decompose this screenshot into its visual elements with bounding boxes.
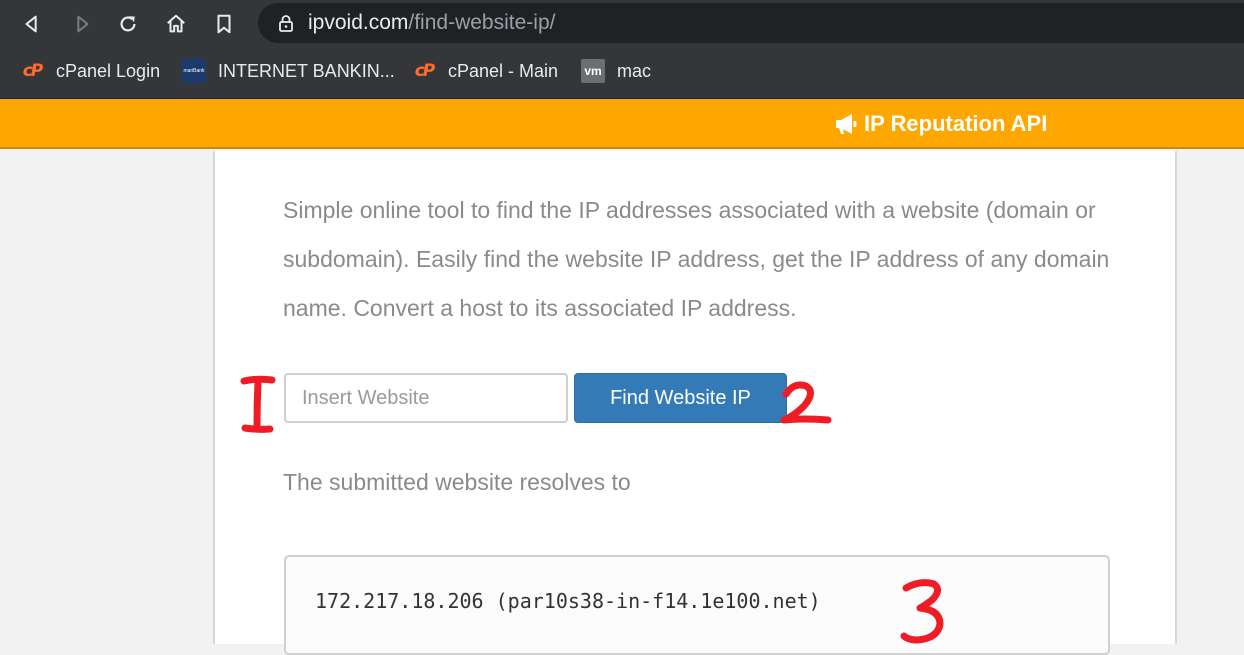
bookmark-label: INTERNET BANKIN... [218,60,395,81]
browser-toolbar: ipvoid.com/find-website-ip/ [0,0,1244,47]
tool-description: Simple online tool to find the IP addres… [283,197,1110,321]
ip-reputation-api-link[interactable]: IP Reputation API [834,111,1047,137]
bookmark-label: cPanel - Main [448,60,559,81]
forward-icon[interactable] [66,8,98,40]
bank-icon: mariBank [182,59,206,83]
url-path: /find-website-ip/ [408,11,556,34]
api-link-label: IP Reputation API [864,111,1048,136]
vm-icon: vm [581,59,605,83]
reload-icon[interactable] [112,8,144,40]
site-header-bar: IP Reputation API [0,99,1244,149]
website-input[interactable] [284,373,568,423]
back-icon[interactable] [16,8,48,40]
url-text: ipvoid.com/find-website-ip/ [308,12,555,34]
content-panel: Simple online tool to find the IP addres… [213,151,1177,655]
result-box: 172.217.18.206 (par10s38-in-f14.1e100.ne… [284,555,1110,655]
cpanel-icon: cP [414,61,436,81]
bookmark-mac[interactable]: vm mac [581,59,651,83]
address-bar[interactable]: ipvoid.com/find-website-ip/ [258,3,1244,43]
home-icon[interactable] [160,8,192,40]
bookmark-internet-banking[interactable]: mariBank INTERNET BANKIN... [182,59,395,83]
annotation-2 [780,380,832,426]
bookmark-icon[interactable] [208,8,240,40]
url-host: ipvoid.com [308,11,409,34]
bookmark-label: cPanel Login [56,60,161,81]
lock-icon[interactable] [276,13,296,33]
annotation-1 [240,375,276,434]
cpanel-icon: cP [22,61,44,81]
megaphone-icon [836,114,857,134]
resolves-label: The submitted website resolves to [283,469,631,495]
find-website-ip-button[interactable]: Find Website IP [574,373,787,423]
bookmark-cpanel-login[interactable]: cP cPanel Login [20,59,160,83]
bookmark-cpanel-main[interactable]: cP cPanel - Main [412,59,558,83]
bookmarks-bar: cP cPanel Login mariBank INTERNET BANKIN… [0,47,1244,99]
result-ip: 172.217.18.206 (par10s38-in-f14.1e100.ne… [315,589,821,613]
annotation-3 [898,578,948,644]
bookmark-label: mac [617,60,652,81]
